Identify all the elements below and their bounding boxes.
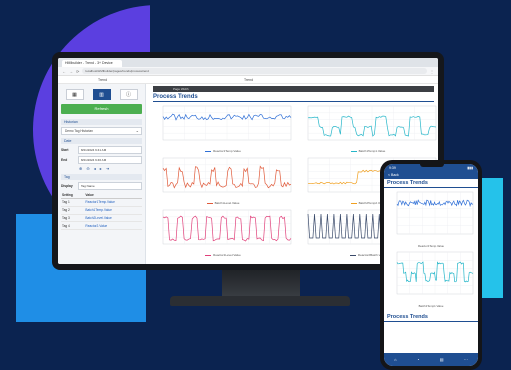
monitor-base [170, 296, 350, 306]
phone-chart-1[interactable] [387, 190, 475, 244]
browser-tabbar: HMIbuilder - Trend - 3+ Device [58, 58, 438, 67]
phone-screen: 9:39 ▮▮▮ < Back Process Trends Reactor1Te… [384, 164, 478, 366]
tag-table: Setting Value Tag 1 Reactor1Temp.Value Ta… [61, 192, 142, 231]
sidebar: ▦ ▥ ⓘ Refresh Historian Demo Tag Histori… [58, 84, 146, 264]
signal-icon: ▮▮▮ [467, 166, 473, 170]
app-header-right: Trend [244, 77, 254, 82]
phone-legend-1: Reactor1Temp.Value [418, 244, 444, 248]
trend-chart-5[interactable]: Reactor1Level.Value [153, 208, 293, 257]
table-row[interactable]: Tag 1 Reactor1Temp.Value [61, 198, 142, 207]
zoom-out-icon[interactable]: ⊖ [86, 166, 89, 171]
page-title: Process Trends [153, 94, 434, 102]
reload-icon[interactable]: ⟳ [76, 69, 79, 74]
tag-value[interactable]: Reactor1Temp.Value [84, 198, 142, 207]
decor-mask [150, 0, 350, 60]
menu-icon[interactable]: ⋮ [430, 69, 434, 74]
refresh-button[interactable]: Refresh [61, 104, 142, 114]
time-controls: ⊕ ⊖ ◂ ▸ ⇥ [61, 166, 142, 171]
address-bar: ← → ⟳ localhost/HMIbuilder/pages/trends/… [58, 67, 438, 76]
browser-tab[interactable]: HMIbuilder - Trend - 3+ Device [62, 60, 122, 67]
mobile-phone: 9:39 ▮▮▮ < Back Process Trends Reactor1Te… [380, 160, 482, 370]
forward-icon[interactable]: → [69, 69, 73, 74]
phone-back-button[interactable]: < Back [384, 171, 478, 179]
back-icon[interactable]: ← [62, 69, 66, 74]
phone-page-title-2: Process Trends [384, 313, 478, 322]
tag-value[interactable]: Batch1Temp.Value [84, 206, 142, 215]
start-field[interactable]: 8/21/2024 9:41 AM [78, 146, 142, 154]
chart-icon[interactable]: ▥ [92, 89, 111, 100]
tag-value[interactable]: Reactor2.Value [84, 221, 142, 231]
tag-setting: Tag 4 [61, 221, 85, 231]
more-icon[interactable]: ⋯ [464, 357, 468, 362]
tag-setting: Tag 3 [61, 214, 85, 223]
trend-chart-1[interactable]: Reactor1Temp.Value [153, 104, 293, 153]
table-row[interactable]: Tag 4 Reactor2.Value [61, 221, 142, 231]
info-icon[interactable]: ⓘ [119, 89, 138, 100]
app-header-left: Trend [98, 77, 108, 82]
tag-setting: Tag 2 [61, 206, 85, 215]
now-icon[interactable]: ⇥ [106, 166, 109, 171]
end-field[interactable]: 8/21/2024 9:46 AM [78, 156, 142, 164]
phone-tabbar: ⌂ ◔ ▤ ⋯ [384, 353, 478, 366]
display-select[interactable]: Tag Name [78, 182, 142, 190]
phone-chart-2[interactable] [387, 250, 475, 304]
trend-chart-3[interactable]: Batch1Level.Value [153, 156, 293, 205]
zoom-in-icon[interactable]: ⊕ [79, 166, 82, 171]
table-row[interactable]: Tag 3 Batch2Level.Value [61, 214, 142, 223]
viewer-toolbar: Page Width [153, 86, 434, 92]
trend-icon[interactable]: ▤ [440, 357, 444, 362]
tag-section: Tag [61, 174, 142, 180]
phone-page-title: Process Trends [384, 179, 478, 188]
date-section: Date [61, 138, 142, 144]
start-label: Start [61, 148, 69, 152]
url-input[interactable]: localhost/HMIbuilder/pages/trends/proces… [82, 68, 427, 74]
home-icon[interactable]: ⌂ [394, 357, 396, 362]
step-forward-icon[interactable]: ▸ [100, 166, 102, 171]
phone-legend-2: Batch1Temp1.Value [418, 304, 444, 308]
tags-icon[interactable]: ▦ [65, 89, 84, 100]
app-header: Trend Trend [58, 76, 438, 84]
phone-time: 9:39 [389, 166, 396, 170]
historian-select[interactable]: Demo Tag Historian [61, 127, 142, 135]
table-row[interactable]: Tag 2 Batch1Temp.Value [61, 206, 142, 215]
step-back-icon[interactable]: ◂ [94, 166, 96, 171]
alarm-icon[interactable]: ◔ [417, 357, 419, 362]
phone-notch [420, 162, 444, 167]
display-label: Display [61, 184, 73, 188]
end-label: End [61, 158, 68, 162]
tag-value[interactable]: Batch2Level.Value [84, 214, 142, 223]
tag-setting: Tag 1 [61, 198, 85, 207]
monitor-stand [222, 270, 300, 298]
trend-chart-2[interactable]: Batch1Temp1.Value [298, 104, 438, 153]
historian-section: Historian [61, 119, 142, 125]
